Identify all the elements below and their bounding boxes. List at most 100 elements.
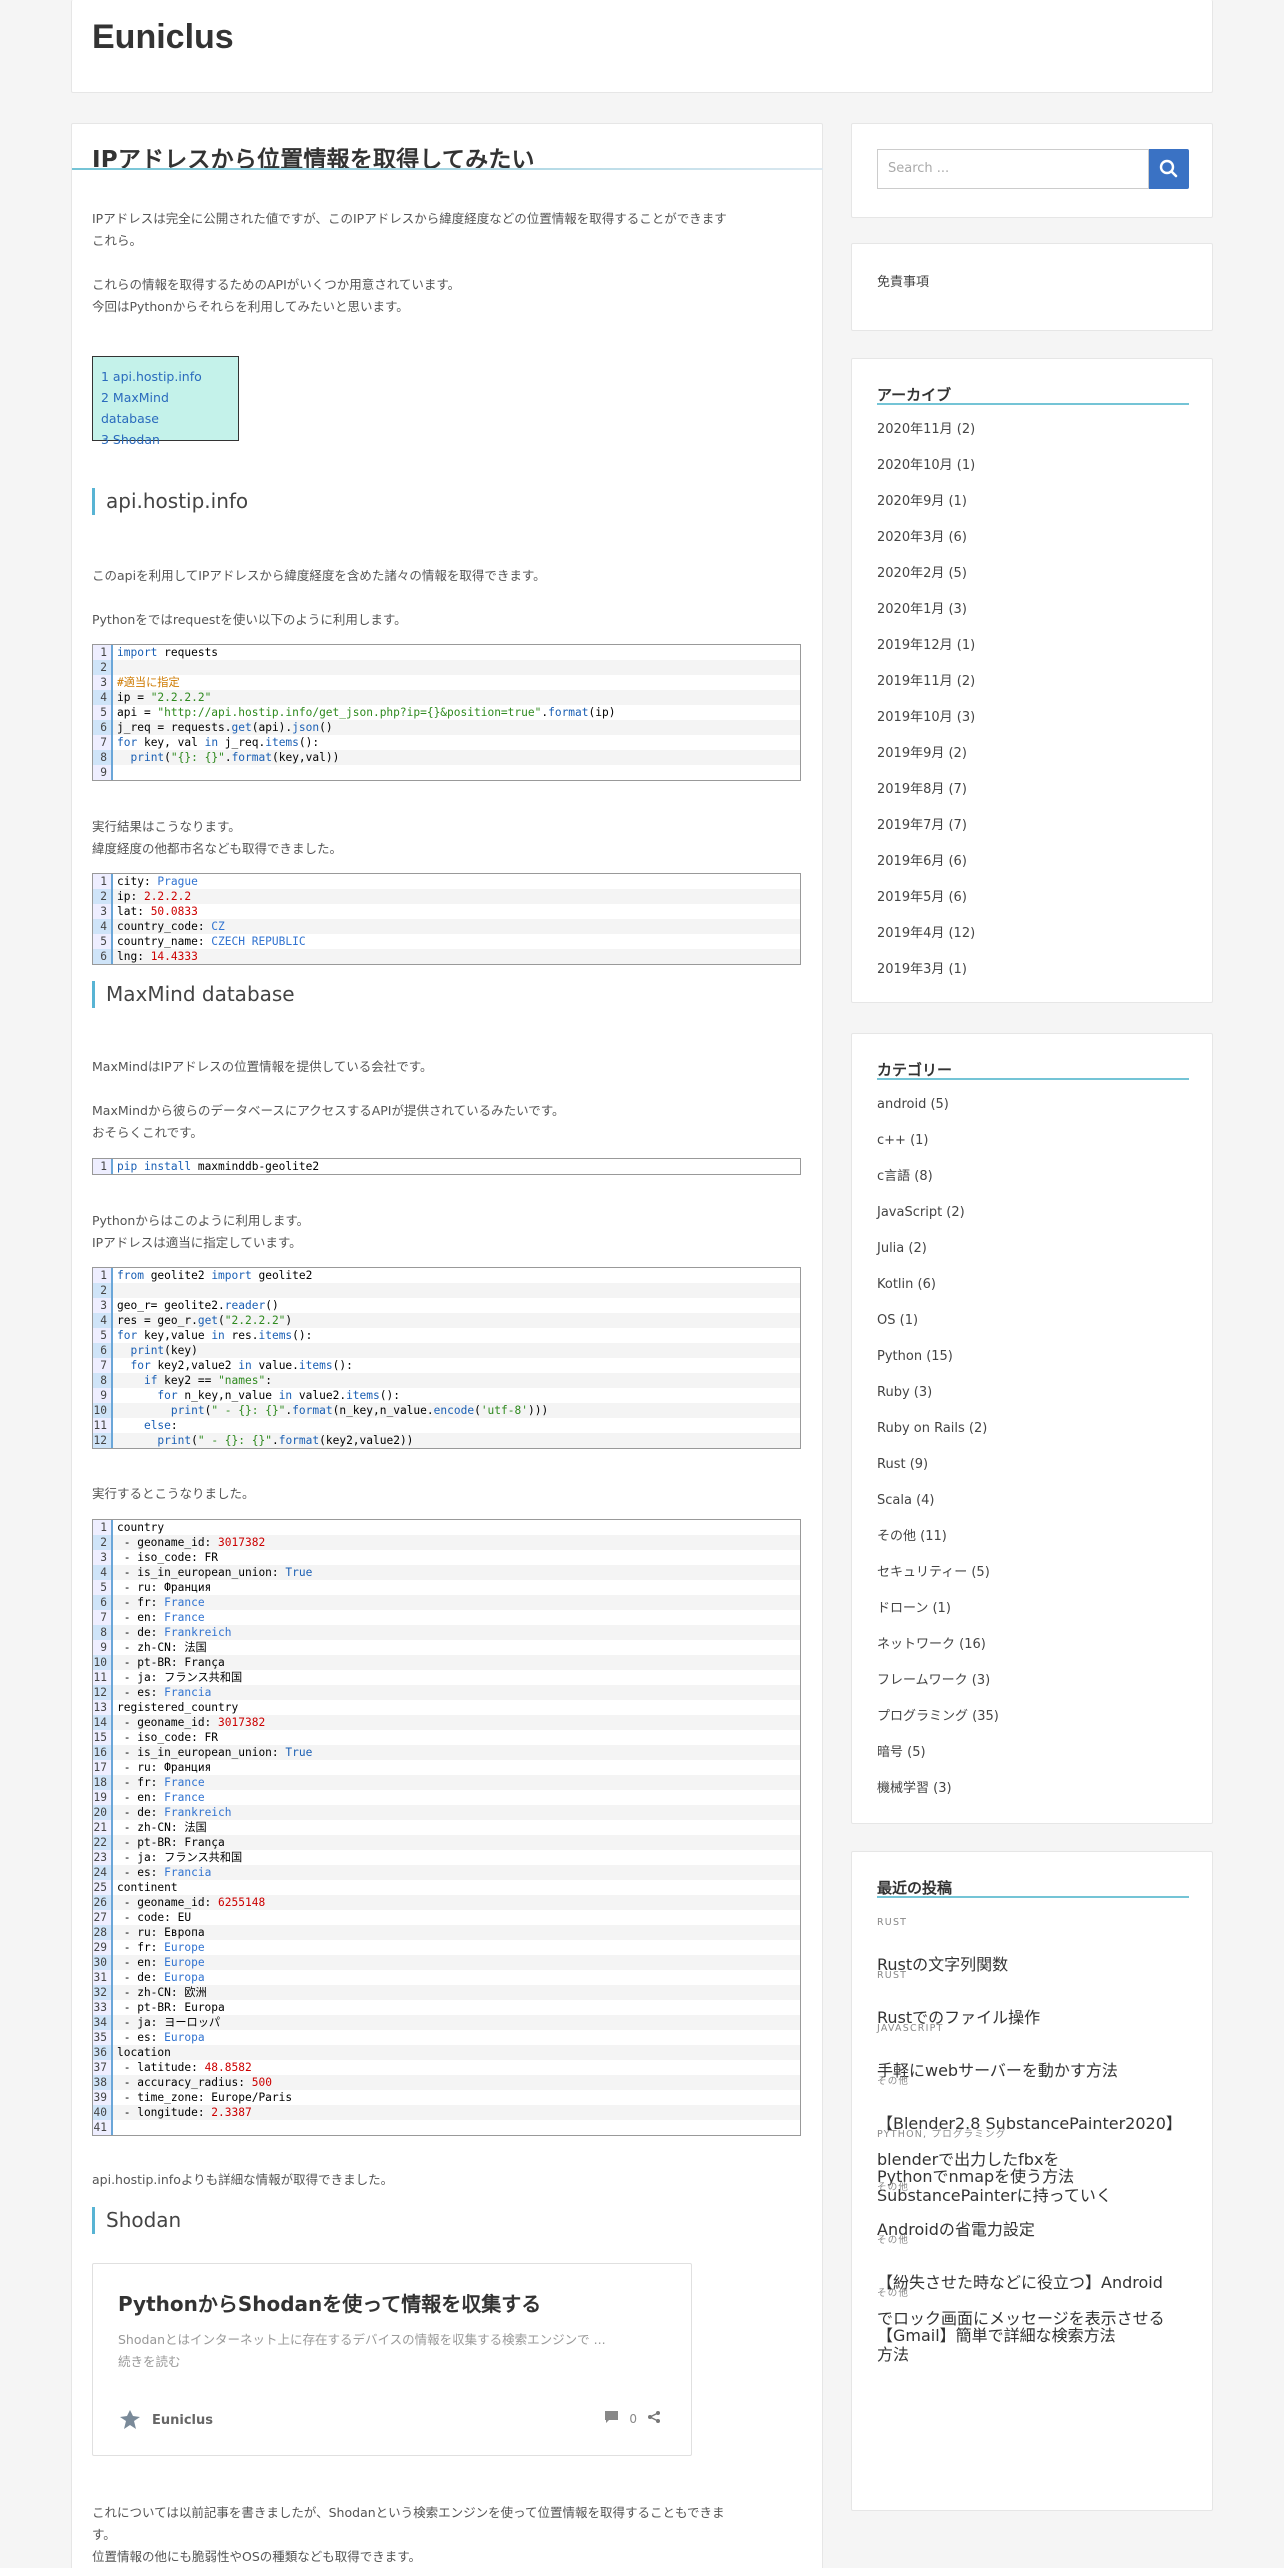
code-text: - ja: ヨーロッパ [117, 2016, 221, 2029]
code-block-geolite2-output[interactable]: 1 country 2 - geoname_id: 3017382 3 - iso_c… [92, 1519, 801, 2136]
share-icon[interactable] [647, 2410, 661, 2427]
category-link[interactable]: c++ (1) [877, 1132, 999, 1168]
code-block-geolite2[interactable]: 1 from geolite2 import geolite2 2 3 geo_r= g… [92, 1267, 801, 1449]
code-text: - code: EU [117, 1911, 192, 1924]
recent-post-category[interactable]: RUST [877, 1916, 1182, 1952]
archive-link[interactable]: 2019年7月 (7) [877, 817, 975, 853]
code-text: print(" - {}: {}".format(n_key,n_value.e… [170, 1404, 549, 1417]
category-link[interactable]: フレームワーク (3) [877, 1672, 999, 1708]
archive-link[interactable]: 2020年2月 (5) [877, 565, 975, 601]
code-line: 4 res = geo_r.get("2.2.2.2") [93, 1313, 800, 1328]
line-number: 11 [93, 1418, 113, 1433]
archive-link[interactable]: 2019年10月 (3) [877, 709, 975, 745]
code-line: 19 - en: France [93, 1790, 800, 1805]
category-link[interactable]: Kotlin (6) [877, 1276, 999, 1312]
category-link[interactable]: Ruby on Rails (2) [877, 1420, 999, 1456]
archive-link[interactable]: 2019年4月 (12) [877, 925, 975, 961]
category-link[interactable]: c言語 (8) [877, 1168, 999, 1204]
toc-link-2[interactable]: 2 MaxMind database [101, 387, 230, 429]
disclaimer-link[interactable]: 免責事項 [877, 271, 929, 290]
line-number: 31 [93, 1970, 113, 1985]
archive-link[interactable]: 2019年5月 (6) [877, 889, 975, 925]
code-text: - geoname_id: 3017382 [117, 1536, 266, 1549]
code-line: 8 if key2 == "names": [93, 1373, 800, 1388]
code-line: 39 - time_zone: Europe/Paris [93, 2090, 800, 2105]
toc-link-1[interactable]: 1 api.hostip.info [101, 366, 230, 387]
line-number: 9 [93, 765, 113, 780]
s1-paragraph-2: Pythonをではrequestを使い以下のように利用します。 [92, 612, 407, 627]
comment-count: 0 [629, 2411, 637, 2426]
line-number: 5 [93, 705, 113, 720]
archive-link[interactable]: 2020年10月 (1) [877, 457, 975, 493]
code-line: 1 country [93, 1520, 800, 1535]
code-text: - fr: France [117, 1596, 205, 1609]
code-block-pip[interactable]: 1 pip install maxminddb-geolite2 [92, 1158, 801, 1175]
archive-link[interactable]: 2019年11月 (2) [877, 673, 975, 709]
code-line: 15 - iso_code: FR [93, 1730, 800, 1745]
line-number: 14 [93, 1715, 113, 1730]
category-link[interactable]: ネットワーク (16) [877, 1636, 999, 1672]
code-line: 13 registered_country [93, 1700, 800, 1715]
site-header: Euniclus [71, 0, 1213, 93]
code-text: #適当に指定 [117, 676, 180, 689]
s2-paragraph-3: おそらくこれです。 [92, 1125, 203, 1140]
archive-link[interactable]: 2019年9月 (2) [877, 745, 975, 781]
line-number: 7 [93, 1358, 113, 1373]
s2-paragraph-2: MaxMindから彼らのデータベースにアクセスするAPIが提供されているみたいで… [92, 1103, 565, 1118]
comment-icon[interactable] [604, 2410, 619, 2427]
category-link[interactable]: 機械学習 (3) [877, 1780, 999, 1816]
line-number: 40 [93, 2105, 113, 2120]
category-link[interactable]: OS (1) [877, 1312, 999, 1348]
archive-link[interactable]: 2020年3月 (6) [877, 529, 975, 565]
search-button[interactable] [1149, 149, 1189, 189]
card-author[interactable]: Euniclus [152, 2413, 213, 2428]
line-number: 38 [93, 2075, 113, 2090]
site-title[interactable]: Euniclus [92, 18, 234, 57]
code-text: - fr: France [117, 1776, 205, 1789]
category-link[interactable]: プログラミング (35) [877, 1708, 999, 1744]
archive-link[interactable]: 2019年12月 (1) [877, 637, 975, 673]
category-link[interactable]: 暗号 (5) [877, 1744, 999, 1780]
archive-link[interactable]: 2019年8月 (7) [877, 781, 975, 817]
search-input[interactable]: Search ... [877, 149, 1149, 189]
code-block-hostip-output[interactable]: 1 city: Prague 2 ip: 2.2.2.2 3 lat: 50.0833 4 c… [92, 873, 801, 965]
title-underline [72, 168, 823, 170]
code-text: - longitude: 2.3387 [117, 2106, 252, 2119]
category-link[interactable]: ドローン (1) [877, 1600, 999, 1636]
code-line: 37 - latitude: 48.8582 [93, 2060, 800, 2075]
intro-paragraph-1b: これら。 [92, 233, 143, 248]
category-link[interactable]: Julia (2) [877, 1240, 999, 1276]
line-number: 25 [93, 1880, 113, 1895]
archive-link[interactable]: 2019年3月 (1) [877, 961, 975, 997]
archive-link[interactable]: 2020年11月 (2) [877, 421, 975, 457]
category-link[interactable]: その他 (11) [877, 1528, 999, 1564]
line-number: 39 [93, 2090, 113, 2105]
category-link[interactable]: Ruby (3) [877, 1384, 999, 1420]
code-block-hostip[interactable]: 1 import requests 2 3 #適当に指定 4 ip = "2.2.2.2" 5… [92, 644, 801, 781]
category-link[interactable]: Rust (9) [877, 1456, 999, 1492]
category-title: カテゴリー [877, 1061, 953, 1079]
category-link[interactable]: Python (15) [877, 1348, 999, 1384]
toc-link-3[interactable]: 3 Shodan [101, 429, 230, 450]
category-link[interactable]: Scala (4) [877, 1492, 999, 1528]
embed-card-shodan[interactable]: PythonからShodanを使って情報を収集する Shodanとはインターネッ… [92, 2263, 692, 2456]
code-line: 12 - es: Francia [93, 1685, 800, 1700]
card-read-more[interactable]: 続きを読む [118, 2351, 181, 2370]
archive-link[interactable]: 2019年6月 (6) [877, 853, 975, 889]
card-title[interactable]: PythonからShodanを使って情報を収集する [118, 2288, 541, 2317]
code-text: - zh-CN: 法国 [117, 1641, 207, 1654]
code-text: - latitude: 48.8582 [117, 2061, 252, 2074]
code-text: - pt-BR: França [117, 1836, 225, 1849]
category-link[interactable]: JavaScript (2) [877, 1204, 999, 1240]
category-link[interactable]: android (5) [877, 1096, 999, 1132]
archive-link[interactable]: 2020年1月 (3) [877, 601, 975, 637]
code-line: 38 - accuracy_radius: 500 [93, 2075, 800, 2090]
code-text: j_req = requests.get(api).json() [117, 721, 333, 734]
category-link[interactable]: セキュリティー (5) [877, 1564, 999, 1600]
recent-underline [877, 1896, 1189, 1898]
archive-link[interactable]: 2020年9月 (1) [877, 493, 975, 529]
line-number: 4 [93, 1565, 113, 1580]
s1-paragraph-4: 緯度経度の他都市名なども取得できました。 [92, 841, 343, 856]
